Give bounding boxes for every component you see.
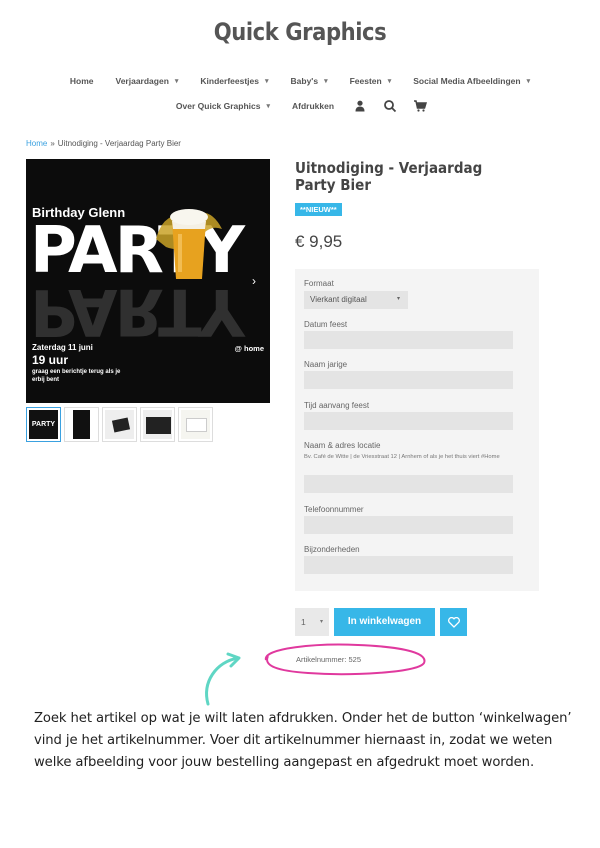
phone-input[interactable] [304, 516, 513, 534]
site-logo[interactable]: Quick Graphics [36, 18, 564, 46]
phone-label: Telefoonnummer [304, 505, 364, 514]
nav-item-social-media[interactable]: Social Media Afbeeldingen ▾ [402, 76, 541, 86]
time-input[interactable] [304, 412, 513, 430]
location-hint: Bv. Café de Witte | de Vriesstraat 12 | … [304, 454, 500, 460]
name-input[interactable] [304, 371, 513, 389]
nav-item-over-quick-graphics[interactable]: Over Quick Graphics ▾ [165, 101, 281, 111]
product-title: Uitnodiging - Verjaardag Party Bier [295, 159, 483, 195]
notes-input[interactable] [304, 556, 513, 574]
location-label: Naam & adres locatie [304, 441, 381, 450]
location-input[interactable] [304, 475, 513, 493]
nav-item-home[interactable]: Home [59, 76, 105, 86]
format-select[interactable]: Vierkant digitaal ▾ [304, 291, 408, 309]
instructions-text: Zoek het artikel op wat je wilt laten af… [34, 711, 572, 770]
highlight-circle [264, 643, 426, 676]
product-options-form: Formaat Vierkant digitaal ▾ Datum feest N… [295, 269, 539, 591]
next-image-arrow-icon[interactable]: › [244, 271, 264, 291]
format-label: Formaat [304, 279, 334, 288]
beer-glass-illustration [156, 209, 222, 279]
wishlist-button[interactable] [440, 608, 467, 636]
nav-item-verjaardagen[interactable]: Verjaardagen ▾ [105, 76, 190, 86]
hand-drawn-arrow-icon [205, 652, 241, 706]
time-label: Tijd aanvang feest [304, 401, 370, 410]
secondary-nav: Over Quick Graphics ▾ Afdrukken [0, 99, 600, 113]
nav-item-babys[interactable]: Baby's ▾ [280, 76, 339, 86]
name-label: Naam jarige [304, 360, 348, 369]
nav-item-afdrukken[interactable]: Afdrukken [281, 101, 345, 111]
chevron-down-icon: ▾ [265, 78, 269, 85]
thumbnail-4[interactable] [140, 407, 175, 442]
product-price: € 9,95 [295, 232, 343, 251]
thumbnail-2[interactable] [64, 407, 99, 442]
chevron-down-icon: ▾ [266, 103, 271, 110]
heart-icon [447, 616, 460, 628]
chevron-down-icon: ▾ [526, 78, 531, 85]
chevron-down-icon: ▾ [319, 619, 323, 625]
user-icon[interactable] [353, 99, 367, 113]
image-time: 19 uur [32, 353, 69, 367]
thumbnail-3[interactable] [102, 407, 137, 442]
image-party-reflection: PARTY [30, 274, 242, 348]
breadcrumb-home-link[interactable]: Home [26, 139, 47, 148]
search-icon[interactable] [383, 99, 397, 113]
chevron-down-icon: ▾ [174, 78, 179, 85]
breadcrumb: Home» Uitnodiging - Verjaardag Party Bier [26, 139, 181, 148]
quantity-select[interactable]: 1 ▾ [295, 608, 329, 636]
breadcrumb-current: Uitnodiging - Verjaardag Party Bier [57, 139, 181, 148]
image-location-tag: @ home [234, 344, 264, 353]
thumbnail-1[interactable]: PARTY [26, 407, 61, 442]
chevron-down-icon: ▾ [396, 296, 400, 302]
image-message: graag een berichtje terug als je erbij b… [32, 369, 121, 383]
product-main-image[interactable]: Birthday Glenn PARTY PARTY Zaterdag 11 j… [26, 159, 270, 403]
date-input[interactable] [304, 331, 513, 349]
cart-icon[interactable] [413, 99, 428, 113]
chevron-down-icon: ▾ [324, 78, 328, 85]
date-label: Datum feest [304, 320, 348, 329]
add-to-cart-button[interactable]: In winkelwagen [334, 608, 435, 636]
nav-item-feesten[interactable]: Feesten ▾ [339, 76, 403, 86]
chevron-down-icon: ▾ [387, 78, 392, 85]
image-date: Zaterdag 11 juni [32, 343, 93, 352]
new-badge: **NIEUW** [295, 203, 342, 216]
thumbnail-strip: PARTY [26, 407, 213, 442]
breadcrumb-separator: » [50, 139, 55, 148]
notes-label: Bijzonderheden [304, 545, 360, 554]
main-nav: Home Verjaardagen ▾ Kinderfeestjes ▾ Baby'… [0, 76, 600, 86]
thumbnail-5[interactable] [178, 407, 213, 442]
nav-item-kinderfeestjes[interactable]: Kinderfeestjes ▾ [189, 76, 279, 86]
